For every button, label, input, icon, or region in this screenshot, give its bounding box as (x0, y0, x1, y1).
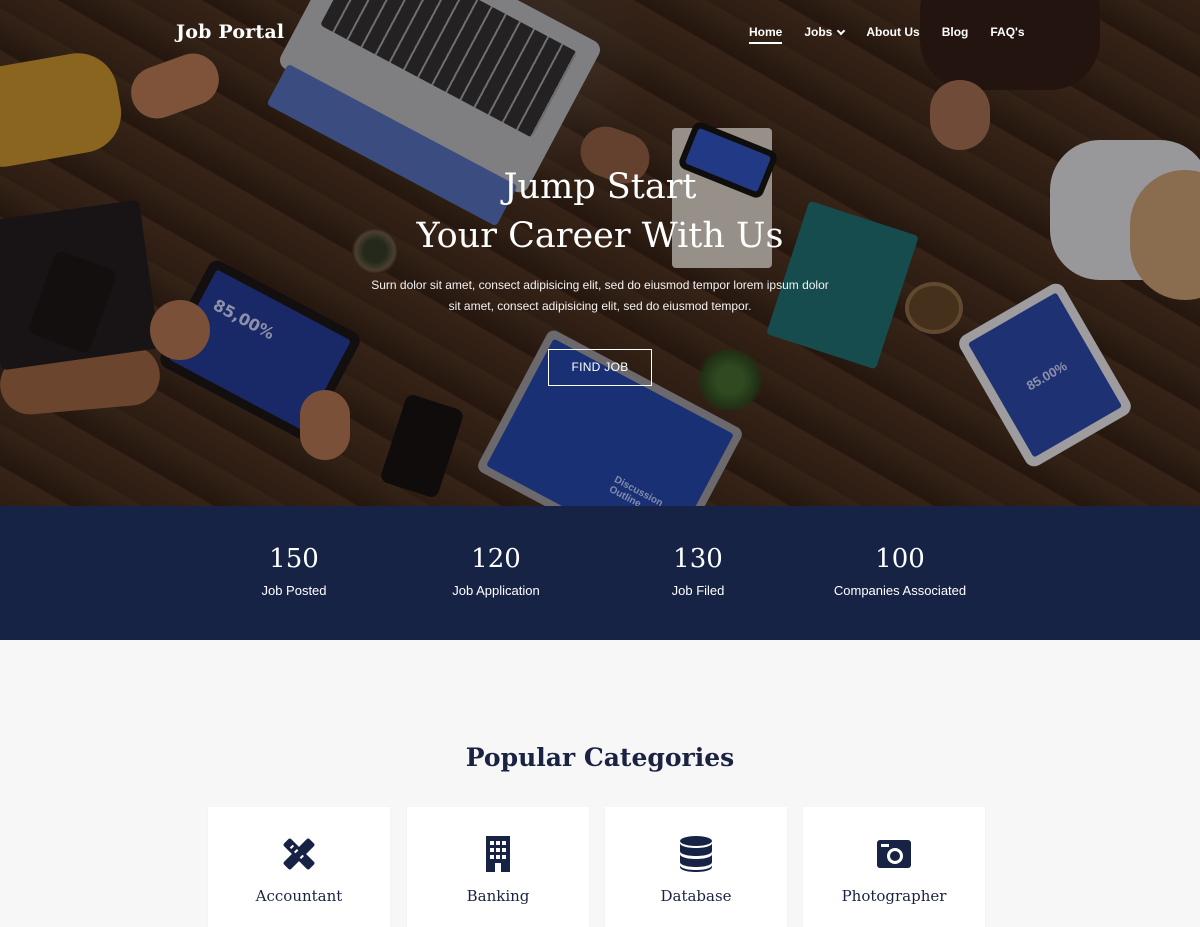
hero-content: Jump Start Your Career With Us Surn dolo… (0, 163, 1200, 386)
find-job-button[interactable]: FIND JOB (548, 349, 652, 386)
stat-value: 150 (269, 544, 319, 574)
category-card-accountant[interactable]: Accountant (208, 807, 390, 927)
nav-about-label: About Us (866, 25, 920, 39)
hero-title-line1: Jump Start (503, 167, 697, 207)
hero-title-line2: Your Career With Us (416, 216, 784, 256)
stat-label: Job Posted (261, 583, 327, 598)
nav-blog-link[interactable]: Blog (942, 25, 969, 39)
category-card-database[interactable]: Database (605, 807, 787, 927)
category-card-photographer[interactable]: Photographer (803, 807, 985, 927)
stat-job-filed: 130 Job Filed (598, 544, 798, 598)
stat-companies-associated: 100 Companies Associated (800, 544, 1000, 598)
stat-job-application: 120 Job Application (396, 544, 596, 598)
popular-categories-section: Popular Categories Accountant Banking Da… (0, 640, 1200, 927)
stat-label: Job Filed (671, 583, 725, 598)
nav-home-label: Home (749, 25, 783, 39)
hero-subtitle: Surn dolor sit amet, consect adipisicing… (371, 278, 829, 313)
stat-label: Job Application (452, 583, 540, 598)
nav-faq-label: FAQ's (990, 25, 1025, 39)
stat-job-posted: 150 Job Posted (194, 544, 394, 598)
hero-title: Jump Start Your Career With Us (0, 163, 1200, 261)
pencil-ruler-icon (283, 838, 315, 870)
nav-jobs-link[interactable]: Jobs (804, 25, 846, 39)
top-navigation: Job Portal Home Jobs About Us Blog FAQ's (0, 0, 1200, 66)
site-logo[interactable]: Job Portal (176, 21, 284, 43)
category-label: Database (660, 887, 732, 905)
category-label: Photographer (841, 887, 947, 905)
chevron-down-icon (837, 26, 846, 35)
nav-home-link[interactable]: Home (749, 25, 783, 44)
category-card-banking[interactable]: Banking (407, 807, 589, 927)
building-icon (486, 836, 510, 872)
category-label: Banking (466, 887, 530, 905)
stat-value: 120 (471, 544, 521, 574)
hero-section: 85,00% Discussion Outline 85.00% Job Por… (0, 0, 1200, 506)
category-label: Accountant (255, 887, 343, 905)
nav-about-link[interactable]: About Us (866, 25, 919, 39)
stat-value: 100 (875, 544, 925, 574)
nav-blog-label: Blog (941, 25, 969, 39)
stat-value: 130 (673, 544, 723, 574)
stat-label: Companies Associated (833, 583, 967, 598)
section-title: Popular Categories (465, 743, 735, 772)
stats-band: 150 Job Posted 120 Job Application 130 J… (0, 506, 1200, 640)
main-menu: Home Jobs About Us Blog FAQ's (749, 25, 1025, 44)
nav-faq-link[interactable]: FAQ's (990, 25, 1024, 39)
nav-jobs-label: Jobs (804, 25, 833, 39)
camera-icon (877, 840, 911, 868)
database-icon (680, 836, 712, 872)
